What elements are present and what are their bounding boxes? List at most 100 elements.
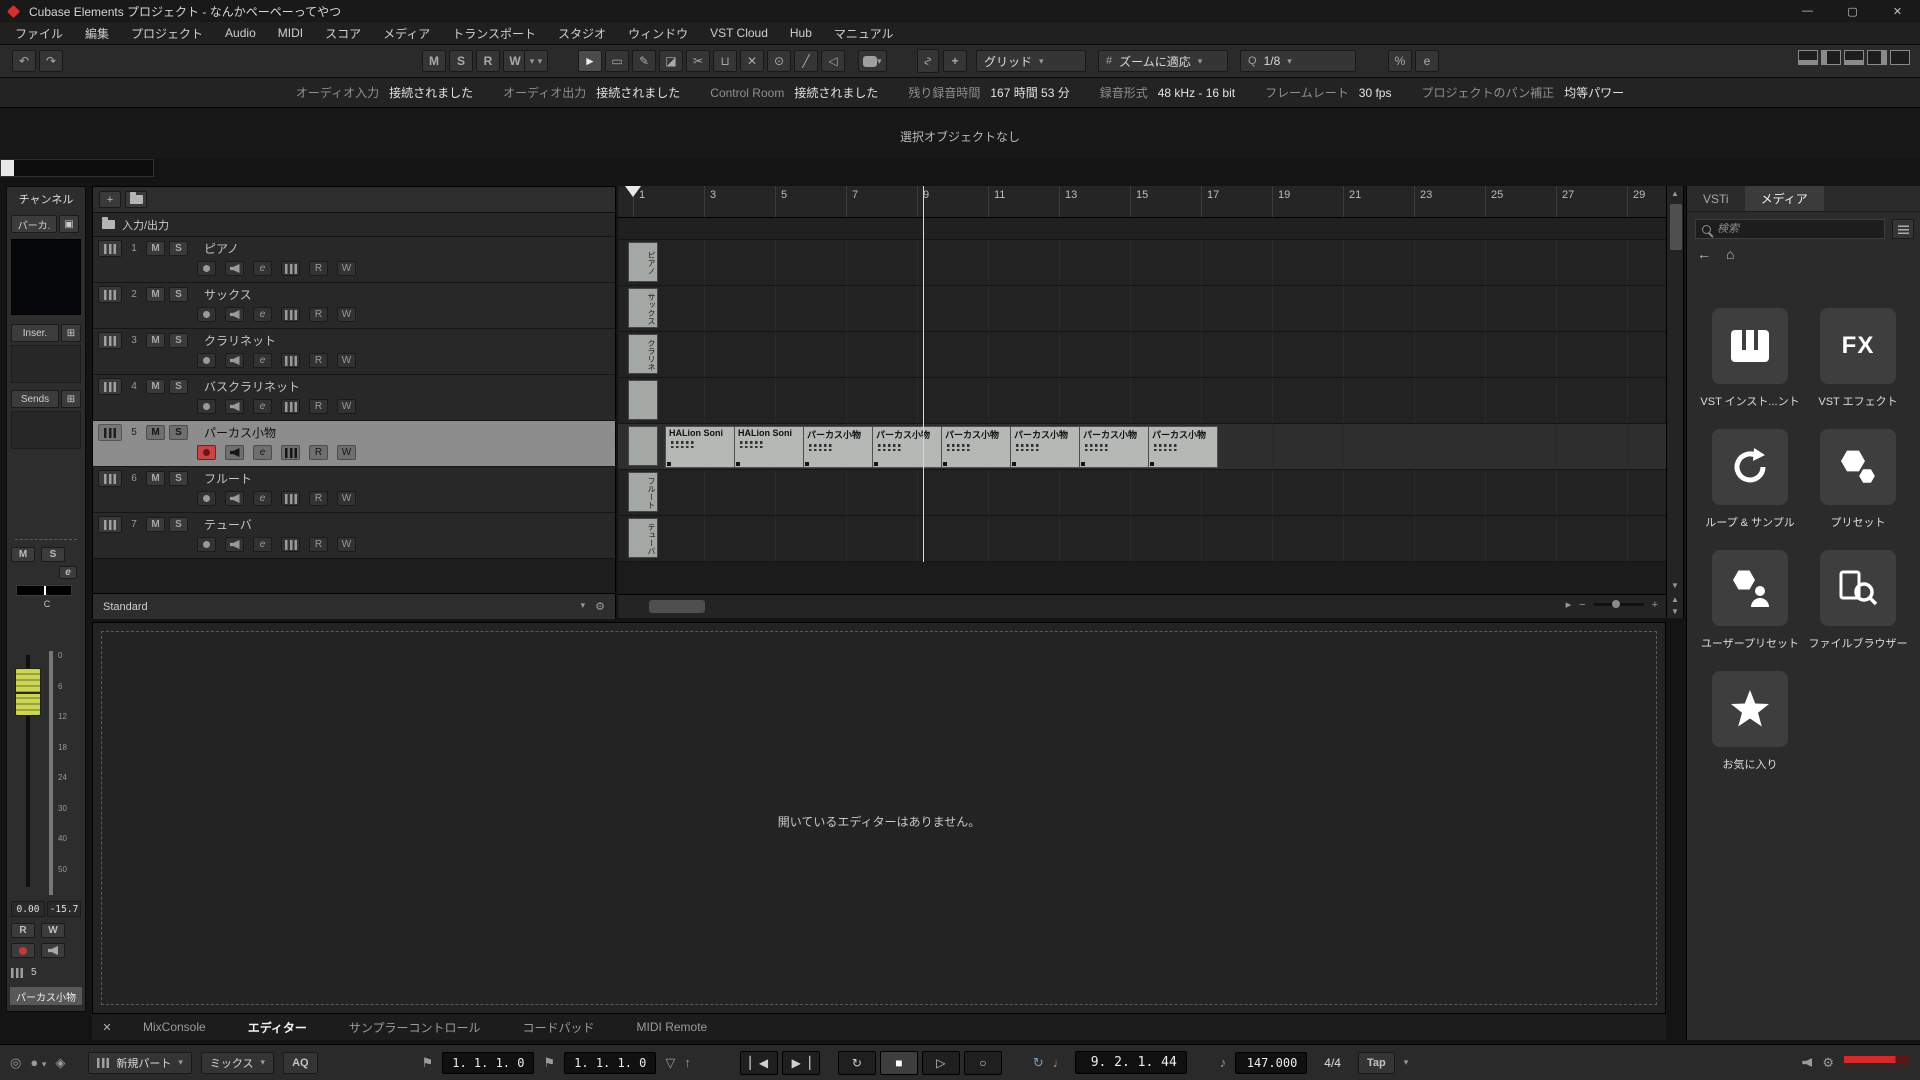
track-name[interactable]: テューバ [204,516,252,533]
automation-state-button[interactable]: S [449,50,473,72]
monitor-button[interactable] [225,537,244,552]
channel-export-icon[interactable]: ▣ [59,215,79,233]
aq-button[interactable]: AQ [283,1052,318,1074]
read-button[interactable]: R [309,353,328,368]
scrollbar-thumb[interactable] [649,600,705,613]
menu-item[interactable]: スタジオ [547,25,617,42]
write-automation-button[interactable]: W [41,923,65,938]
instrument-button[interactable] [281,537,300,552]
tile-presets[interactable]: プリセット [1804,429,1912,530]
track-name[interactable]: フルート [204,470,252,487]
go-to-end-button[interactable]: ▶▕ [782,1051,820,1075]
fader-handle[interactable] [15,668,41,716]
home-icon[interactable]: ⌂ [1726,246,1734,262]
instrument-button[interactable] [281,399,300,414]
left-zone-toggle-icon[interactable] [1821,50,1841,65]
sync-icon[interactable]: ↻ [1033,1055,1044,1071]
track-lane[interactable]: ピアノ [618,240,1666,286]
record-mode-icon[interactable]: ● ▾ [30,1055,46,1070]
cycle-button[interactable]: ↻ [838,1051,876,1075]
io-folder-track[interactable]: 入力/出力 [93,213,615,237]
horizontal-scrollbar[interactable]: ▸ − + [618,594,1666,618]
midi-clip[interactable]: パーカス小物 [1010,426,1080,468]
gear-icon[interactable]: ⚙ [1822,1055,1834,1071]
track-row[interactable]: 6 M S フルート e R W [93,467,615,513]
automation-state-button[interactable]: R [476,50,500,72]
timeline-ruler[interactable]: 1357911131517192123252729 [618,186,1666,218]
menu-item[interactable]: ウィンドウ [617,25,699,42]
solo-button[interactable]: S [169,287,188,302]
monitor-button[interactable] [225,353,244,368]
lower-zone-tab[interactable]: MIDI Remote [616,1014,729,1040]
record-enable-button[interactable] [197,399,216,414]
level-value[interactable]: 0.00 [11,901,45,917]
channel-edit-button[interactable]: e [59,566,77,579]
menu-item[interactable]: スコア [314,25,372,42]
line-tool[interactable]: ╱ [794,50,818,72]
solo-button[interactable]: S [169,379,188,394]
write-button[interactable]: W [337,353,356,368]
grid-type-dropdown[interactable]: グリッド▾ [976,50,1086,72]
edit-channel-button[interactable]: e [253,537,272,552]
read-button[interactable]: R [309,491,328,506]
edit-channel-button[interactable]: e [253,445,272,460]
peak-value[interactable]: -15.7 [47,901,81,917]
undo-icon[interactable]: ↶ [12,50,36,72]
tile-vst-instruments[interactable]: VST インスト...ント [1696,308,1804,409]
play-button[interactable]: ▷ [922,1051,960,1075]
midi-part[interactable]: ピアノ [628,242,658,282]
gear-icon[interactable]: ⚙ [595,600,605,613]
scroll-right-icon[interactable]: ▸ [1566,598,1572,611]
channel-name-tag[interactable]: パーカス小物 [10,987,82,1005]
playhead-cursor[interactable] [923,186,924,562]
track-name[interactable]: サックス [204,286,252,303]
transport-options-icon[interactable]: ◈ [55,1055,65,1071]
snap-icon[interactable]: + [943,50,967,72]
sends-button[interactable]: Sends [11,390,59,408]
quantize-misc-button[interactable]: % [1388,50,1412,72]
track-name[interactable]: パーカス小物 [204,424,276,441]
midi-part[interactable]: テューバ [628,518,658,558]
range-selection-tool[interactable]: ▭ [605,50,629,72]
instrument-button[interactable] [281,307,300,322]
midi-part[interactable] [628,426,658,466]
channel-name-button[interactable]: パーカ. [11,215,57,233]
midi-clip[interactable]: パーカス小物 [1148,426,1218,468]
scroll-up-icon[interactable]: ▲ [1667,189,1683,198]
zoom-v-icon[interactable]: ▼ [1667,607,1683,616]
redo-icon[interactable]: ↷ [39,50,63,72]
lower-zone-tab[interactable]: コードパッド [502,1014,616,1040]
automation-state-button[interactable]: M [422,50,446,72]
mute-button[interactable]: M [146,425,165,440]
mute-button[interactable]: M [146,287,165,302]
chevron-down-icon[interactable]: ▾ [581,600,586,613]
split-tool[interactable]: ✂ [686,50,710,72]
zoom-out-icon[interactable]: − [1579,599,1585,611]
erase-tool[interactable]: ◪ [659,50,683,72]
right-locator-flag-icon[interactable]: ⚑ [543,1055,555,1071]
track-visibility-button[interactable] [125,191,147,208]
solo-button[interactable]: S [169,333,188,348]
edit-channel-button[interactable]: e [253,261,272,276]
midi-clip[interactable]: パーカス小物 [1079,426,1149,468]
read-button[interactable]: R [309,445,328,460]
zoom-v-icon[interactable]: ▲ [1667,595,1683,604]
write-button[interactable]: W [337,307,356,322]
menu-item[interactable]: VST Cloud [699,26,779,40]
track-name[interactable]: ピアノ [204,240,239,257]
tile-favorites[interactable]: お気に入り [1696,671,1804,772]
record-enable-button[interactable] [197,491,216,506]
mute-tool[interactable]: ✕ [740,50,764,72]
zoom-slider[interactable] [1594,603,1644,606]
add-track-button[interactable]: + [99,191,121,208]
tile-loops-samples[interactable]: ループ & サンプル [1696,429,1804,530]
track-row[interactable]: 7 M S テューバ e R W [93,513,615,559]
right-zone-toggle-icon[interactable] [1867,50,1887,65]
midi-part[interactable] [628,380,658,420]
read-button[interactable]: R [309,307,328,322]
zoom-tool[interactable]: ⊙ [767,50,791,72]
back-icon[interactable]: ← [1697,246,1711,262]
pan-control[interactable] [16,585,72,596]
edit-channel-button[interactable]: e [253,399,272,414]
menu-item[interactable]: 編集 [74,25,120,42]
